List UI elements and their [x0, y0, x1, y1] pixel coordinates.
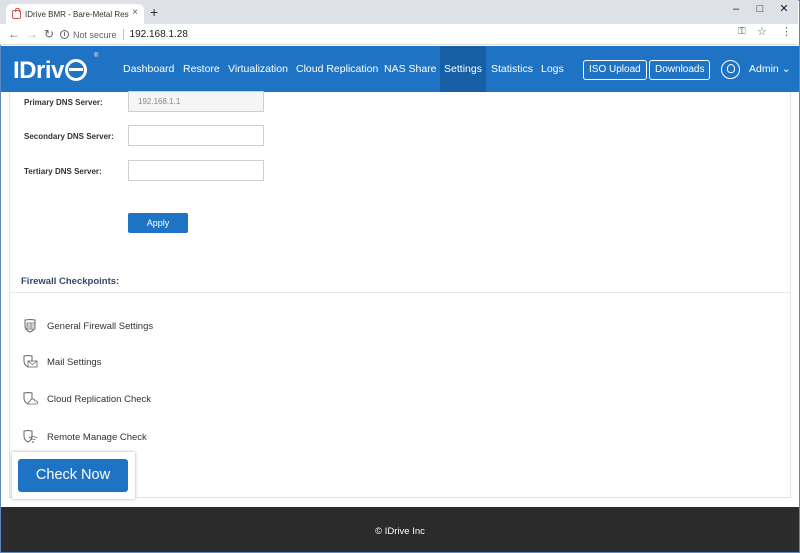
nav-nas-share[interactable]: NAS Share — [384, 46, 437, 92]
maximize-button[interactable]: □ — [748, 2, 772, 18]
idrive-favicon-icon — [12, 7, 21, 19]
settings-panel: Primary DNS Server: 192.168.1.1 Secondar… — [9, 91, 791, 498]
tertiary-dns-field[interactable] — [128, 160, 264, 181]
primary-dns-label: Primary DNS Server: — [24, 98, 103, 107]
nav-statistics[interactable]: Statistics — [491, 46, 533, 92]
address-bar[interactable]: i Not secure 192.168.1.28 — [60, 26, 780, 43]
wifi-shield-icon — [23, 430, 38, 443]
url-divider — [122, 29, 124, 40]
check-item-label: Remote Manage Check — [47, 431, 147, 443]
firewall-checkpoints-heading: Firewall Checkpoints: — [21, 276, 120, 287]
firewall-item-cloud: Cloud Replication Check — [22, 391, 151, 407]
secondary-dns-field[interactable] — [128, 125, 264, 146]
key-icon[interactable]: ⚿ — [738, 26, 746, 37]
nav-settings[interactable]: Settings — [440, 46, 486, 92]
check-now-button[interactable]: Check Now — [18, 459, 128, 492]
check-item-label: General Firewall Settings — [47, 320, 154, 332]
tab-close-icon[interactable]: × — [132, 7, 138, 18]
url-text[interactable]: 192.168.1.28 — [130, 29, 188, 40]
idrive-logo[interactable]: IDriv — [13, 56, 87, 85]
firewall-item-general: General Firewall Settings — [22, 318, 153, 334]
apply-button[interactable]: Apply — [128, 213, 188, 233]
browser-menu-icon[interactable]: ⋮ — [781, 25, 792, 38]
back-icon[interactable]: ← — [8, 26, 20, 42]
check-item-label: Cloud Replication Check — [47, 393, 152, 405]
logo-registered-mark: ® — [94, 53, 99, 59]
admin-label: Admin — [749, 63, 779, 75]
tertiary-dns-label: Tertiary DNS Server: — [24, 167, 102, 176]
nav-virtualization[interactable]: Virtualization — [228, 46, 288, 92]
nav-logs[interactable]: Logs — [541, 46, 564, 92]
bookmark-star-icon[interactable]: ☆ — [757, 25, 767, 38]
browser-tab[interactable]: IDrive BMR - Bare-Metal Restore × — [6, 4, 144, 24]
check-item-label: Mail Settings — [47, 356, 102, 368]
tab-title: IDrive BMR - Bare-Metal Restore — [25, 9, 129, 19]
admin-menu[interactable]: Admin ⌄ — [749, 46, 791, 92]
downloads-button[interactable]: Downloads — [649, 60, 711, 80]
nav-dashboard[interactable]: Dashboard — [123, 46, 174, 92]
cloud-shield-icon — [23, 392, 38, 405]
section-divider — [10, 292, 790, 293]
not-secure-label: Not secure — [73, 29, 117, 40]
browser-titlebar: IDrive BMR - Bare-Metal Restore × + – □ … — [0, 0, 798, 24]
firewall-item-mail: Mail Settings — [22, 354, 101, 370]
chevron-down-icon: ⌄ — [781, 63, 791, 75]
lightbulb-icon[interactable] — [721, 60, 740, 79]
logo-e-mark — [64, 59, 87, 81]
reload-icon[interactable]: ↻ — [44, 26, 54, 42]
mail-shield-icon — [23, 355, 38, 368]
new-tab-button[interactable]: + — [150, 4, 158, 20]
app-navbar: IDriv ® Dashboard Restore Virtualization… — [1, 46, 799, 92]
firewall-item-remote: Remote Manage Check — [22, 429, 147, 445]
check-now-highlight: Check Now — [12, 452, 135, 499]
footer-copyright: © IDrive Inc — [375, 526, 425, 537]
iso-upload-button[interactable]: ISO Upload — [583, 60, 647, 80]
browser-toolbar: ← → ↻ i Not secure 192.168.1.28 — [0, 24, 798, 45]
nav-cloud-replication[interactable]: Cloud Replication — [296, 46, 378, 92]
nav-restore[interactable]: Restore — [183, 46, 220, 92]
primary-dns-field[interactable]: 192.168.1.1 — [128, 91, 264, 112]
forward-icon[interactable]: → — [26, 26, 38, 42]
minimize-button[interactable]: – — [724, 2, 748, 18]
page-footer: © IDrive Inc — [1, 507, 799, 552]
secondary-dns-label: Secondary DNS Server: — [24, 132, 114, 141]
firewall-shield-icon — [24, 319, 36, 333]
logo-text: IDriv — [13, 57, 64, 84]
close-window-button[interactable]: ✕ — [772, 2, 796, 18]
info-icon[interactable]: i — [60, 30, 69, 39]
